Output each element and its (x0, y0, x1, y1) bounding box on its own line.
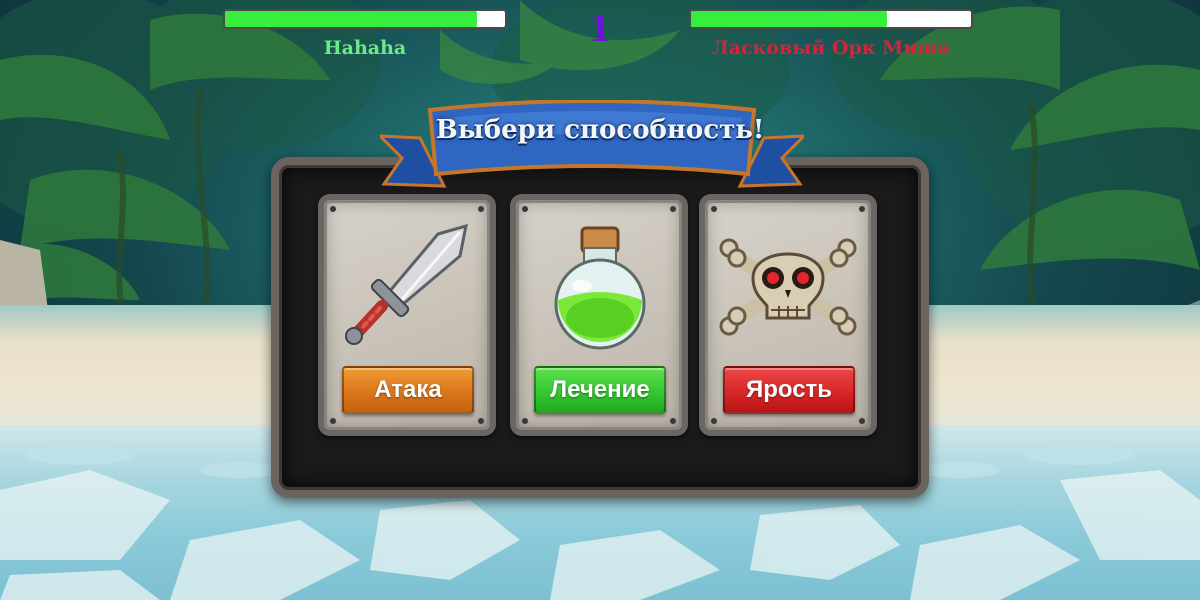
potion-icon (554, 226, 646, 350)
attack-button[interactable]: Атака (342, 366, 474, 414)
player-health-bar (223, 9, 507, 29)
player-health-fill (225, 11, 477, 27)
heal-button[interactable]: Лечение (534, 366, 666, 414)
dialog-title: Выбери способность! (435, 115, 765, 145)
ability-card-rage[interactable]: Ярость (699, 194, 877, 436)
ability-card-attack[interactable]: Атака (318, 194, 496, 436)
enemy-health-fill (691, 11, 887, 27)
skull-crossbones-icon (719, 238, 857, 336)
rage-button[interactable]: Ярость (723, 366, 855, 414)
enemy-health-bar (689, 9, 973, 29)
ability-card-heal[interactable]: Лечение (510, 194, 688, 436)
sword-icon (345, 223, 468, 345)
enemy-name: Ласковый Орк Миша (711, 37, 951, 59)
round-number: 1 (588, 10, 612, 50)
player-name: Hahaha (323, 37, 407, 59)
